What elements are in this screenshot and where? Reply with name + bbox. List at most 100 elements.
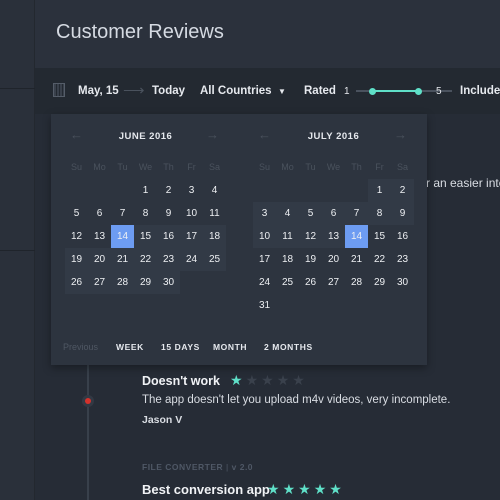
star-icon: ★ — [282, 481, 299, 497]
weekday-label: We — [138, 162, 153, 172]
calendar-day[interactable]: 30 — [157, 271, 180, 294]
calendar-day[interactable]: 9 — [157, 202, 180, 225]
calendar-day[interactable]: 5 — [65, 202, 88, 225]
calendar-day[interactable]: 12 — [65, 225, 88, 248]
previous-button[interactable]: Previous — [63, 342, 98, 352]
month-button[interactable]: MONTH — [213, 342, 247, 352]
calendar-icon[interactable] — [53, 83, 65, 97]
calendar-day[interactable]: 24 — [253, 271, 276, 294]
include-filter[interactable]: Include — [460, 85, 500, 97]
calendar-day[interactable]: 27 — [322, 271, 345, 294]
calendar-day[interactable]: 10 — [180, 202, 203, 225]
calendar-day[interactable]: 17 — [180, 225, 203, 248]
calendar-day[interactable]: 2 — [157, 179, 180, 202]
month-title: JULY 2016 — [307, 131, 360, 142]
country-select[interactable]: All Countries — [200, 85, 272, 97]
date-to[interactable]: Today — [152, 85, 185, 97]
calendar-day[interactable]: 3 — [180, 179, 203, 202]
star-icon: ★ — [329, 481, 345, 497]
calendar-day[interactable]: 19 — [65, 248, 88, 271]
date-from[interactable]: May, 15 — [78, 85, 119, 97]
calendar-day[interactable]: 10 — [253, 225, 276, 248]
weekday-label: Sa — [208, 162, 220, 172]
date-picker-popup: ← JUNE 2016 → Su Mo Tu We Th Fr Sa 1 2 3 4 5 6 7 8 9 10 1… — [51, 114, 427, 365]
app-meta: FILE CONVERTER | v 2.0 — [142, 462, 254, 472]
weekday-label: Tu — [305, 162, 316, 172]
calendar-day[interactable]: 1 — [134, 179, 157, 202]
calendar-day[interactable]: 2 — [391, 179, 414, 202]
calendar-day[interactable]: 18 — [276, 248, 299, 271]
star-icon: ★ — [230, 372, 246, 388]
calendar-day[interactable]: 16 — [391, 225, 414, 248]
calendar-day[interactable]: 22 — [368, 248, 391, 271]
calendar-day[interactable]: 4 — [203, 179, 226, 202]
calendar-day[interactable]: 30 — [391, 271, 414, 294]
chevron-down-icon[interactable]: ▼ — [278, 87, 286, 96]
calendar-day[interactable]: 26 — [65, 271, 88, 294]
calendar-day[interactable]: 29 — [134, 271, 157, 294]
calendar-day[interactable]: 11 — [276, 225, 299, 248]
calendar-day[interactable]: 23 — [391, 248, 414, 271]
calendar-day[interactable]: 14 — [345, 225, 368, 248]
15-days-button[interactable]: 15 DAYS — [161, 342, 200, 352]
calendar-day[interactable]: 6 — [322, 202, 345, 225]
calendar-day[interactable]: 8 — [134, 202, 157, 225]
calendar-day[interactable]: 15 — [368, 225, 391, 248]
negative-indicator — [82, 395, 94, 407]
calendar-day[interactable]: 13 — [88, 225, 111, 248]
calendar-day[interactable]: 20 — [322, 248, 345, 271]
calendar-day[interactable]: 21 — [345, 248, 368, 271]
weekday-label: Su — [70, 162, 82, 172]
calendar-day[interactable]: 16 — [157, 225, 180, 248]
calendar-day[interactable]: 6 — [88, 202, 111, 225]
calendar-day[interactable]: 18 — [203, 225, 226, 248]
app-version: v 2.0 — [231, 462, 254, 472]
star-rating: ★★★★★ — [267, 481, 345, 498]
weekday-label: Sa — [396, 162, 408, 172]
review-text: The app doesn't let you upload m4v video… — [142, 394, 451, 406]
calendar-day[interactable]: 25 — [203, 248, 226, 271]
calendar-day[interactable]: 29 — [368, 271, 391, 294]
next-month-icon[interactable]: → — [206, 127, 219, 142]
slider-handle-max[interactable] — [415, 87, 422, 95]
calendar-day[interactable]: 12 — [299, 225, 322, 248]
calendar-day[interactable]: 21 — [111, 248, 134, 271]
calendar-day[interactable]: 4 — [276, 202, 299, 225]
star-rating: ★★★★★ — [230, 372, 308, 389]
calendar-day[interactable]: 22 — [134, 248, 157, 271]
next-month-icon[interactable]: → — [394, 127, 407, 142]
slider-fill — [372, 90, 418, 92]
arrow-right-icon: ⟶ — [123, 82, 145, 99]
calendar-day[interactable]: 28 — [111, 271, 134, 294]
review-title: Doesn't work — [142, 374, 220, 388]
slider-handle-min[interactable] — [369, 87, 376, 95]
calendar-day[interactable]: 27 — [88, 271, 111, 294]
calendar-day[interactable]: 7 — [111, 202, 134, 225]
calendar-day[interactable]: 15 — [134, 225, 157, 248]
calendar-day[interactable]: 1 — [368, 179, 391, 202]
calendar-day[interactable]: 24 — [180, 248, 203, 271]
calendar-day[interactable]: 9 — [391, 202, 414, 225]
calendar-day[interactable]: 5 — [299, 202, 322, 225]
2-months-button[interactable]: 2 MONTHS — [264, 342, 313, 352]
calendar-day[interactable]: 31 — [253, 294, 276, 317]
star-icon: ★ — [261, 372, 277, 388]
week-button[interactable]: WEEK — [116, 342, 144, 352]
calendar-day[interactable]: 14 — [111, 225, 134, 248]
calendar-day[interactable]: 3 — [253, 202, 276, 225]
calendar-day[interactable]: 26 — [299, 271, 322, 294]
calendar-day[interactable]: 7 — [345, 202, 368, 225]
calendar-day[interactable]: 8 — [368, 202, 391, 225]
calendar-day[interactable]: 23 — [157, 248, 180, 271]
star-icon: ★ — [267, 481, 283, 497]
calendar-day[interactable]: 20 — [88, 248, 111, 271]
calendar-day[interactable]: 25 — [276, 271, 299, 294]
calendar-day[interactable]: 13 — [322, 225, 345, 248]
calendar-day[interactable]: 28 — [345, 271, 368, 294]
weekday-label: Fr — [187, 162, 196, 172]
weekday-label: Tu — [117, 162, 128, 172]
calendar-day[interactable]: 11 — [203, 202, 226, 225]
weekday-label: Mo — [281, 162, 294, 172]
calendar-day[interactable]: 17 — [253, 248, 276, 271]
calendar-day[interactable]: 19 — [299, 248, 322, 271]
